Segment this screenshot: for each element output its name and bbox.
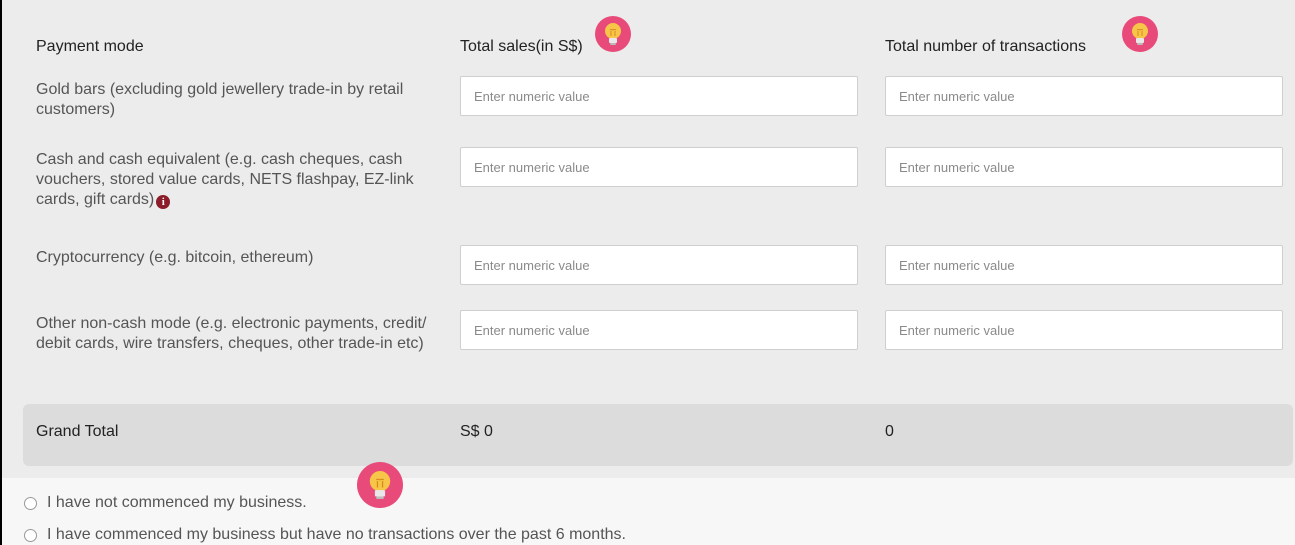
header-total-transactions: Total number of transactions: [885, 38, 1086, 55]
header-payment-mode: Payment mode: [36, 38, 144, 55]
radio-button[interactable]: [24, 528, 37, 542]
other-sales-input[interactable]: [460, 310, 858, 350]
hint-lightbulb-icon[interactable]: [595, 16, 631, 52]
option-not-commenced[interactable]: I have not commenced my business.: [24, 494, 307, 512]
grand-total-label: Grand Total: [36, 423, 119, 440]
crypto-transactions-input[interactable]: [885, 245, 1283, 285]
cash-transactions-input[interactable]: [885, 147, 1283, 187]
row-label-cash-text: Cash and cash equivalent (e.g. cash cheq…: [36, 151, 414, 208]
header-total-sales: Total sales(in S$): [460, 38, 583, 55]
crypto-sales-input[interactable]: [460, 245, 858, 285]
other-transactions-input[interactable]: [885, 310, 1283, 350]
option-not-commenced-label: I have not commenced my business.: [47, 494, 307, 511]
option-no-transactions[interactable]: I have commenced my business but have no…: [24, 526, 626, 544]
radio-button[interactable]: [24, 496, 37, 510]
info-icon[interactable]: i: [156, 195, 171, 209]
hint-lightbulb-icon[interactable]: [1122, 16, 1158, 52]
hint-lightbulb-icon[interactable]: [357, 462, 403, 508]
cash-sales-input[interactable]: [460, 147, 858, 187]
gold-bars-sales-input[interactable]: [460, 76, 858, 116]
row-label-cash: Cash and cash equivalent (e.g. cash cheq…: [36, 150, 436, 210]
grand-total-sales: S$ 0: [460, 423, 493, 440]
grand-total-transactions: 0: [885, 423, 894, 440]
row-label-gold-bars: Gold bars (excluding gold jewellery trad…: [36, 81, 404, 118]
row-label-cryptocurrency: Cryptocurrency (e.g. bitcoin, ethereum): [36, 249, 314, 266]
grand-total-bar: [23, 404, 1293, 466]
row-label-other-non-cash: Other non-cash mode (e.g. electronic pay…: [36, 315, 427, 352]
gold-bars-transactions-input[interactable]: [885, 76, 1283, 116]
option-no-transactions-label: I have commenced my business but have no…: [47, 526, 626, 543]
form-frame: Payment mode Total sales(in S$) Total nu…: [2, 0, 1295, 545]
